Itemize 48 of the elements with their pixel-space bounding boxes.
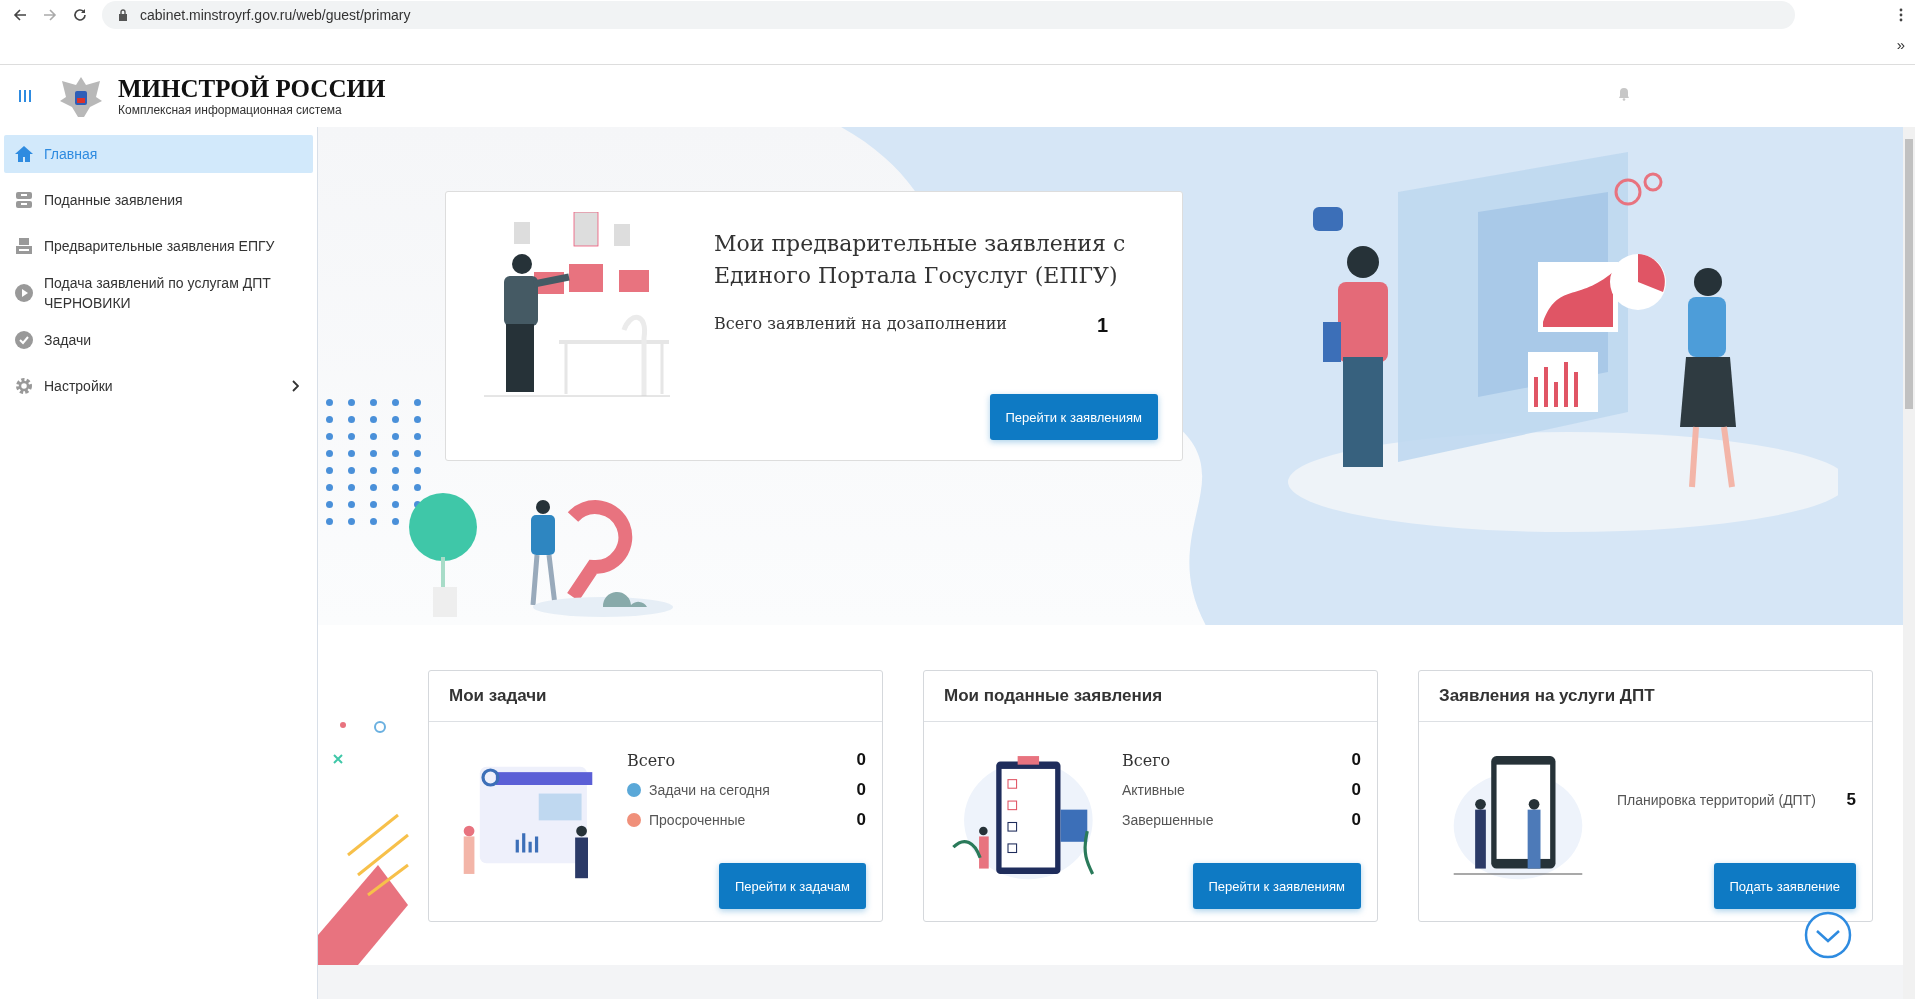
reload-icon[interactable] [72, 7, 88, 23]
check-icon [14, 330, 34, 350]
sidebar-item[interactable]: Настройки [4, 367, 313, 405]
scroll-down-icon[interactable] [1803, 910, 1853, 960]
card-action-button[interactable]: Подать заявление [1713, 863, 1856, 909]
settings-icon [14, 376, 34, 396]
more-icon[interactable] [1899, 8, 1903, 22]
card-title: Мои предварительные заявления с Единого Портала Госуслуг (ЕПГУ) [714, 230, 1127, 290]
back-icon[interactable] [12, 7, 28, 23]
stat-label: Всего [1122, 750, 1172, 770]
stat-label: Задачи на сегодня [649, 782, 771, 798]
stat-value: 0 [1351, 750, 1361, 770]
play-icon [14, 283, 34, 303]
printer-icon [14, 236, 34, 256]
sidebar-item[interactable]: Задачи [4, 321, 313, 359]
stat-value: 0 [856, 750, 866, 770]
stat-label: Завершенные [1122, 812, 1215, 828]
drawer-icon [14, 190, 34, 210]
stat-value: 0 [856, 780, 866, 800]
stat-value: 0 [856, 810, 866, 830]
menu-icon[interactable] [18, 89, 32, 103]
stat-value: 5 [1846, 790, 1856, 810]
stat-label: Просроченные [649, 812, 747, 828]
go-to-applications-button[interactable]: Перейти к заявлениям [989, 394, 1158, 440]
stat-label: Всего заявлений на дозаполнении [714, 314, 1007, 335]
stat-label: Всего [627, 750, 677, 770]
lock-icon [118, 9, 128, 21]
address-bar[interactable]: cabinet.minstroyrf.gov.ru/web/guest/primary [102, 1, 1795, 29]
card-title: Заявления на услуги ДПТ [1439, 686, 1655, 706]
stat-value: 0 [1351, 780, 1361, 800]
sidebar-item[interactable]: Предварительные заявления ЕПГУ [4, 227, 313, 265]
card-action-button[interactable]: Перейти к заявлениям [1192, 863, 1361, 909]
stat-label: Планировка территорий (ДПТ) [1617, 792, 1817, 808]
sidebar-item[interactable]: Поданные заявления [4, 181, 313, 219]
card-action-button[interactable]: Перейти к задачам [718, 863, 866, 909]
forward-icon[interactable] [42, 7, 58, 23]
scrollbar-thumb[interactable] [1905, 139, 1913, 409]
stat-value: 0 [1351, 810, 1361, 830]
bookmarks-overflow[interactable]: » [1896, 36, 1905, 53]
url-text: cabinet.minstroyrf.gov.ru/web/guest/primary [140, 7, 411, 23]
site-title: МИНСТРОЙ РОССИИ [118, 75, 386, 103]
site-subtitle: Комплексная информационная система [118, 103, 343, 117]
sidebar-item[interactable]: Подача заявлений по услугам ДПТ ЧЕРНОВИКИ [4, 273, 313, 313]
stat-label: Активные [1122, 782, 1186, 798]
home-icon [14, 144, 34, 164]
card-title: Мои поданные заявления [944, 686, 1163, 706]
stat-value: 1 [1096, 314, 1108, 337]
card-title: Мои задачи [449, 686, 547, 706]
